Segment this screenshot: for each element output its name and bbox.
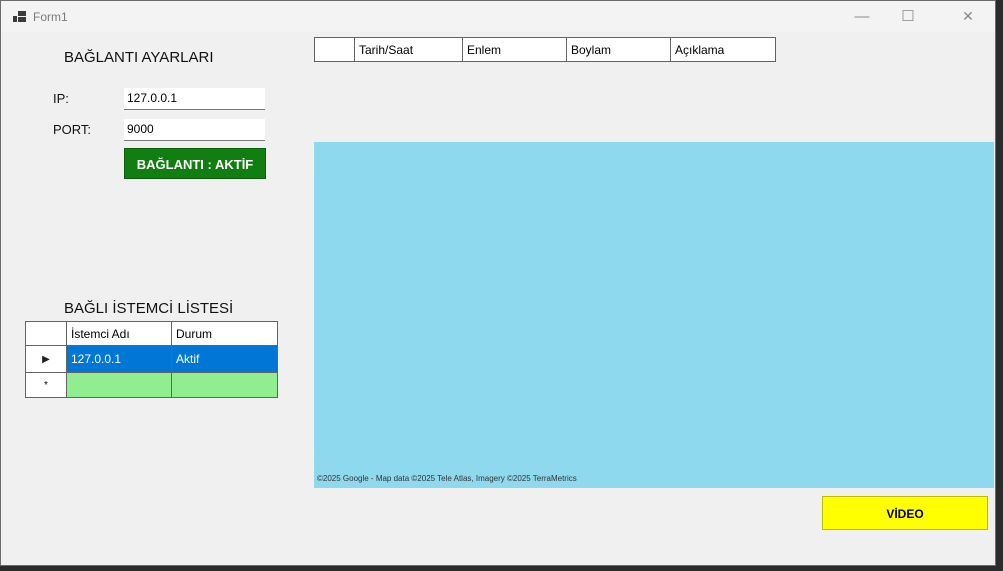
column-header-client-name[interactable]: İstemci Adı: [66, 321, 172, 346]
maximize-button[interactable]: ☐: [885, 1, 931, 32]
new-client-status-cell[interactable]: [171, 372, 278, 398]
column-header-latitude[interactable]: Enlem: [462, 37, 567, 62]
new-row-asterisk-icon[interactable]: *: [25, 372, 67, 398]
column-header-longitude[interactable]: Boylam: [566, 37, 671, 62]
minimize-button[interactable]: —: [839, 1, 885, 32]
port-label: PORT:: [53, 122, 92, 137]
app-icon: [13, 11, 26, 22]
video-button[interactable]: VİDEO: [822, 496, 988, 530]
main-window: Form1 — ☐ ✕ BAĞLANTI AYARLARI IP: 127.0.…: [0, 0, 996, 566]
client-list-heading: BAĞLI İSTEMCİ LİSTESİ: [64, 300, 234, 317]
title-bar[interactable]: Form1 — ☐ ✕: [1, 1, 995, 32]
connection-status-button[interactable]: BAĞLANTI : AKTİF: [124, 148, 266, 179]
map-attribution: ©2025 Google - Map data ©2025 Tele Atlas…: [317, 474, 577, 483]
map-view[interactable]: ©2025 Google - Map data ©2025 Tele Atlas…: [314, 142, 994, 488]
new-row[interactable]: *: [25, 372, 278, 398]
connection-settings-heading: BAĞLANTI AYARLARI: [64, 49, 214, 66]
port-input[interactable]: 9000: [124, 119, 265, 141]
ip-label: IP:: [53, 91, 69, 106]
client-list-table[interactable]: İstemci Adı Durum ▶ 127.0.0.1 Aktif *: [25, 321, 278, 398]
window-title: Form1: [33, 10, 68, 24]
log-row-header-cell: [314, 37, 355, 62]
column-header-description[interactable]: Açıklama: [670, 37, 776, 62]
client-name-cell[interactable]: 127.0.0.1: [66, 345, 172, 373]
table-row[interactable]: ▶ 127.0.0.1 Aktif: [25, 345, 278, 373]
client-table-header: İstemci Adı Durum: [25, 321, 278, 346]
client-status-cell[interactable]: Aktif: [171, 345, 278, 373]
client-row-header-cell: [25, 321, 67, 346]
ip-input[interactable]: 127.0.0.1: [124, 88, 265, 110]
log-table-header: Tarih/Saat Enlem Boylam Açıklama: [314, 37, 776, 62]
row-selector-arrow-icon[interactable]: ▶: [25, 345, 67, 373]
column-header-status[interactable]: Durum: [171, 321, 278, 346]
new-client-name-cell[interactable]: [66, 372, 172, 398]
column-header-datetime[interactable]: Tarih/Saat: [354, 37, 463, 62]
log-table[interactable]: Tarih/Saat Enlem Boylam Açıklama: [314, 37, 776, 62]
close-button[interactable]: ✕: [945, 1, 991, 32]
